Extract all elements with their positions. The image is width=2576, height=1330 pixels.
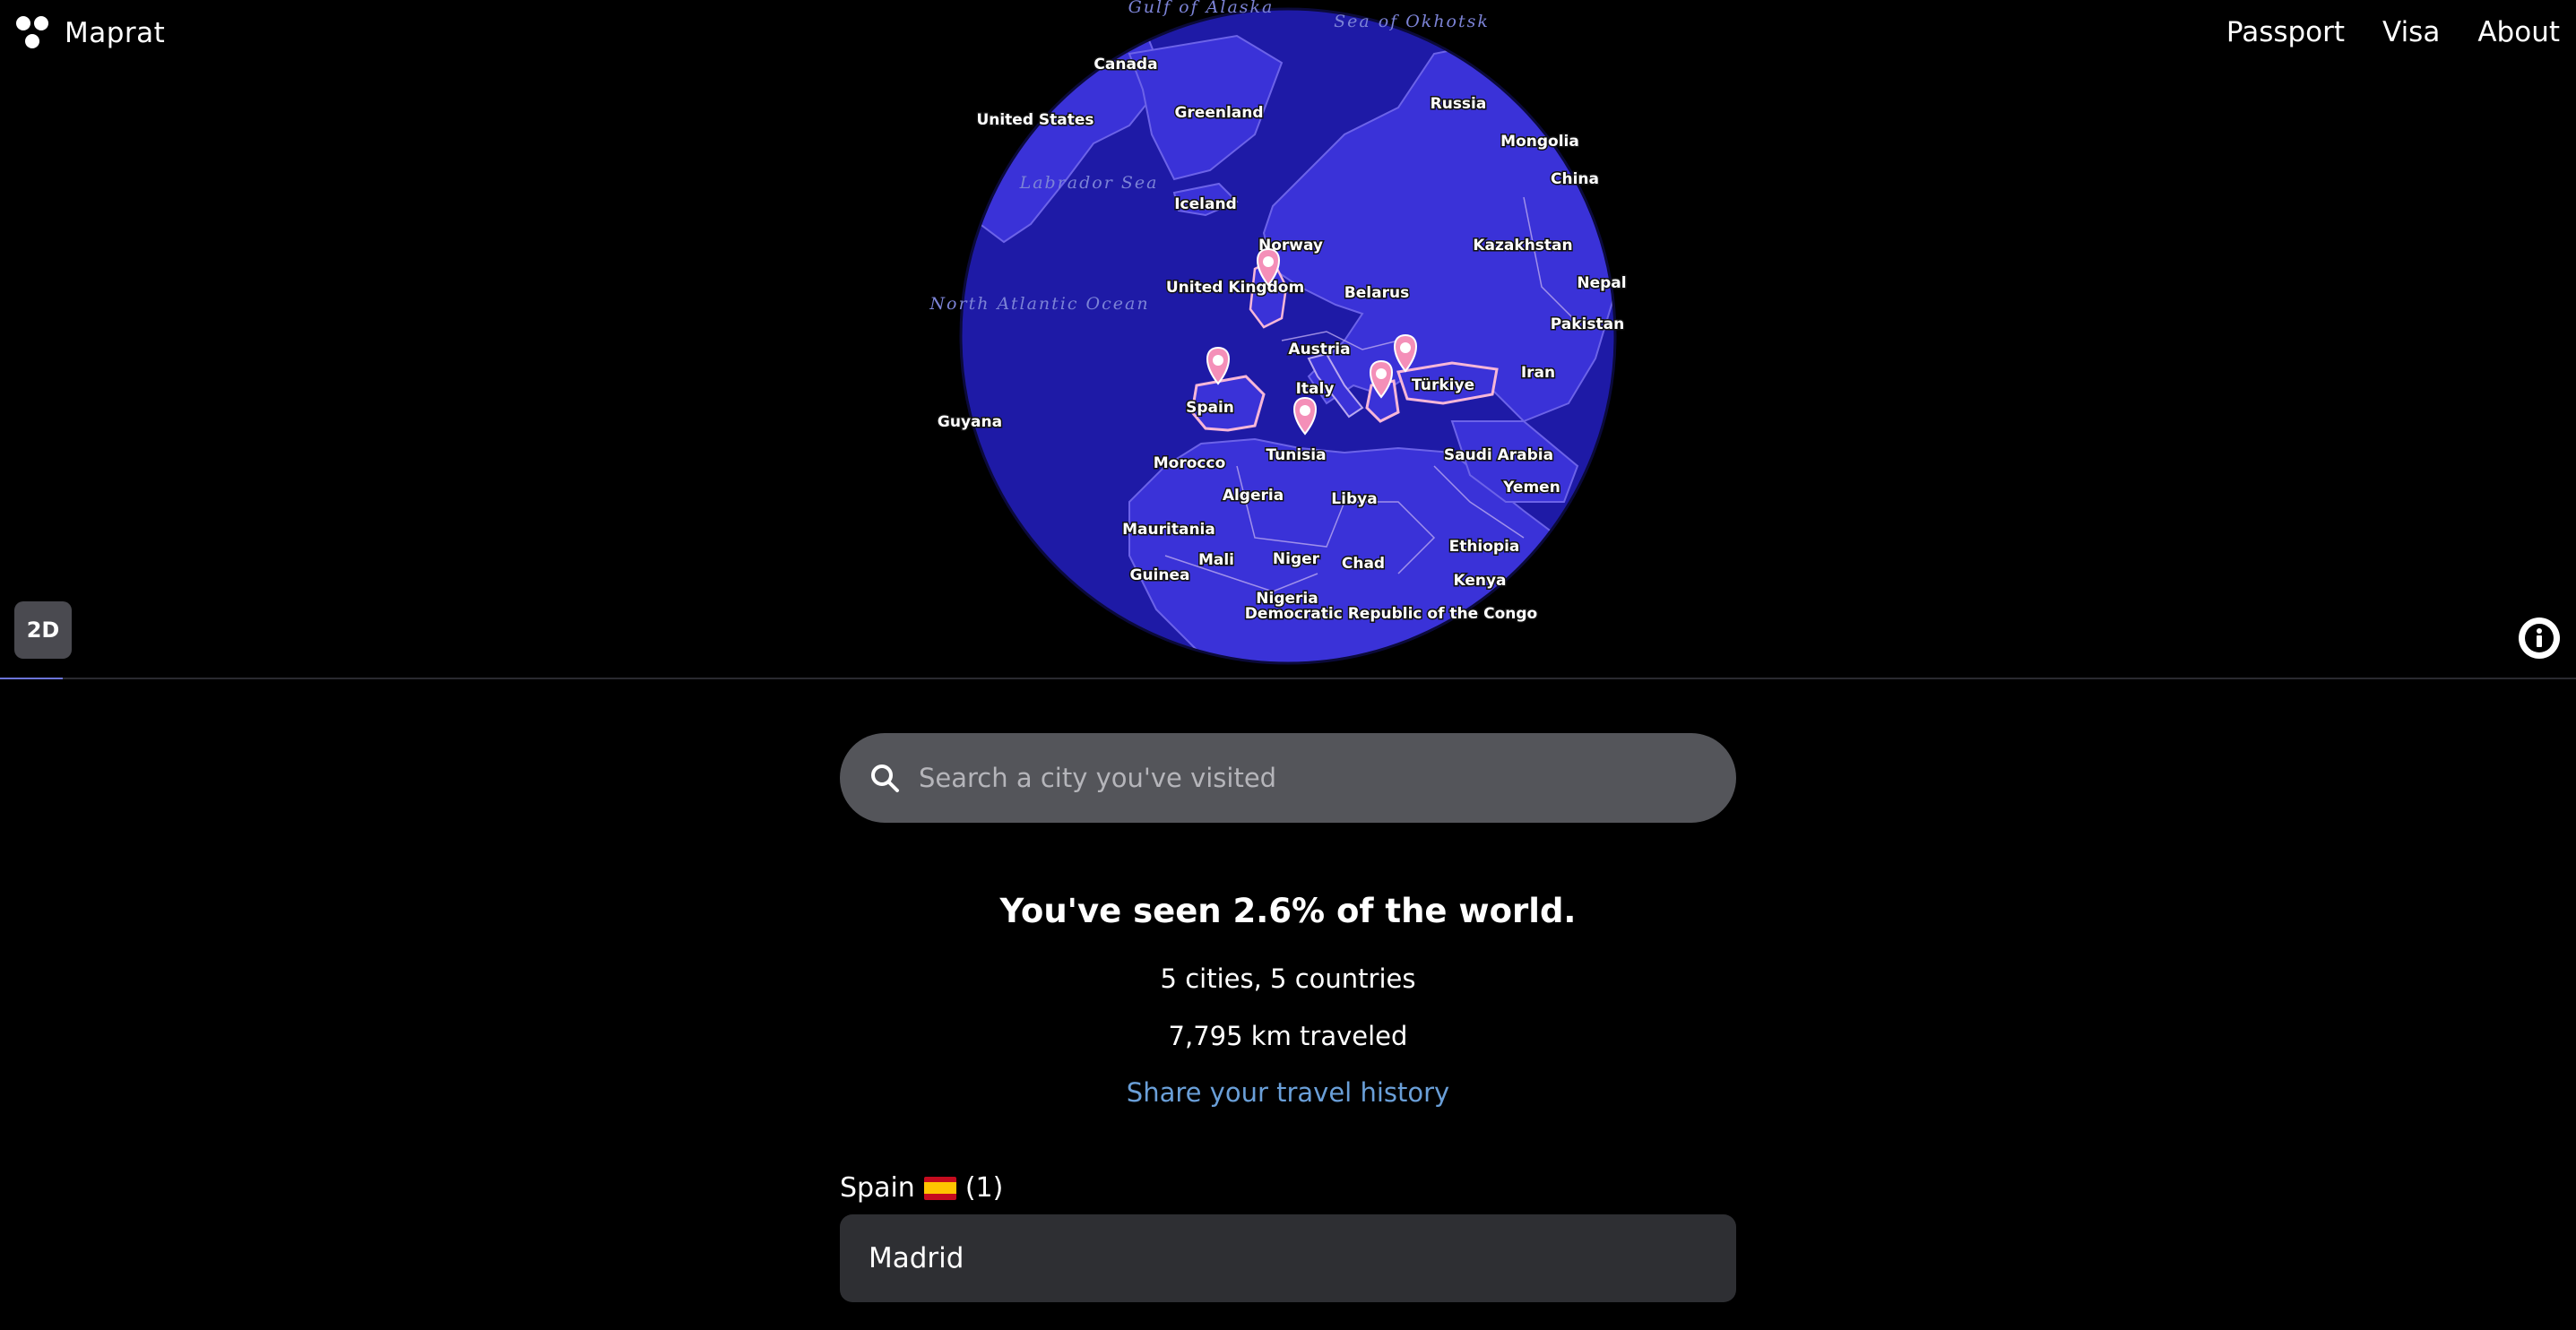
country-name: Spain xyxy=(840,1172,915,1204)
country-label: Kenya xyxy=(1453,572,1506,590)
cities-countries-count: 5 cities, 5 countries xyxy=(1160,963,1416,994)
country-label: Ethiopia xyxy=(1449,538,1520,556)
spain-flag-icon xyxy=(923,1176,956,1200)
ocean-label: North Atlantic Ocean xyxy=(929,294,1149,314)
country-label: Russia xyxy=(1431,95,1487,113)
info-icon xyxy=(2525,624,2554,652)
country-label: Pakistan xyxy=(1551,315,1624,333)
country-label: Iran xyxy=(1521,364,1555,382)
world-seen-headline: You've seen 2.6% of the world. xyxy=(999,892,1577,930)
country-label: Democratic Republic of the Congo xyxy=(1245,605,1537,623)
share-travel-history-link[interactable]: Share your travel history xyxy=(0,1077,2576,1108)
map-divider xyxy=(0,678,2576,679)
globe[interactable]: North Atlantic Ocean Gulf of Alaska Sea … xyxy=(0,0,2576,678)
country-label: Algeria xyxy=(1223,487,1284,505)
country-label: Türkiye xyxy=(1412,376,1474,394)
city-item[interactable]: Madrid xyxy=(840,1214,1736,1302)
country-label: Mongolia xyxy=(1500,133,1579,151)
city-search[interactable] xyxy=(840,732,1736,824)
country-label: China xyxy=(1551,170,1599,188)
country-label: Nepal xyxy=(1577,274,1626,292)
country-label: Italy xyxy=(1296,380,1335,398)
country-label: Chad xyxy=(1342,555,1385,573)
toggle-2d-button[interactable]: 2D xyxy=(14,601,72,659)
country-label: Morocco xyxy=(1154,454,1226,472)
world-seen-progress xyxy=(0,678,63,679)
country-label: Greenland xyxy=(1174,104,1263,122)
search-input[interactable] xyxy=(901,732,1736,824)
country-label: Saudi Arabia xyxy=(1444,446,1553,464)
globe-map[interactable]: North Atlantic Ocean Gulf of Alaska Sea … xyxy=(0,0,2576,678)
country-label: Mali xyxy=(1198,551,1234,569)
country-label: United Kingdom xyxy=(1166,279,1304,297)
country-label: United States xyxy=(976,111,1094,129)
info-button[interactable] xyxy=(2519,618,2560,659)
ocean-label: Gulf of Alaska xyxy=(1128,0,1275,17)
country-label: Mauritania xyxy=(1122,521,1215,539)
country-label: Canada xyxy=(1094,56,1157,73)
country-label: Iceland xyxy=(1174,195,1237,213)
country-label: Guyana xyxy=(938,413,1002,431)
ocean-label: Sea of Okhotsk xyxy=(1334,12,1490,31)
ocean-label: Labrador Sea xyxy=(1019,173,1159,193)
country-label: Yemen xyxy=(1502,479,1560,497)
country-label: Kazakhstan xyxy=(1473,237,1572,255)
country-label: Guinea xyxy=(1130,566,1190,584)
country-label: Tunisia xyxy=(1266,446,1326,464)
country-label: Belarus xyxy=(1344,284,1409,302)
country-label: Austria xyxy=(1288,341,1350,358)
country-label: Libya xyxy=(1331,490,1377,508)
country-group-header: Spain (1) xyxy=(840,1172,1003,1204)
distance-traveled: 7,795 km traveled xyxy=(1168,1021,1408,1051)
country-label: Spain xyxy=(1186,399,1234,417)
country-city-count: (1) xyxy=(964,1172,1004,1204)
city-name: Madrid xyxy=(869,1242,964,1274)
search-icon xyxy=(871,764,899,792)
country-label: Niger xyxy=(1273,550,1320,568)
